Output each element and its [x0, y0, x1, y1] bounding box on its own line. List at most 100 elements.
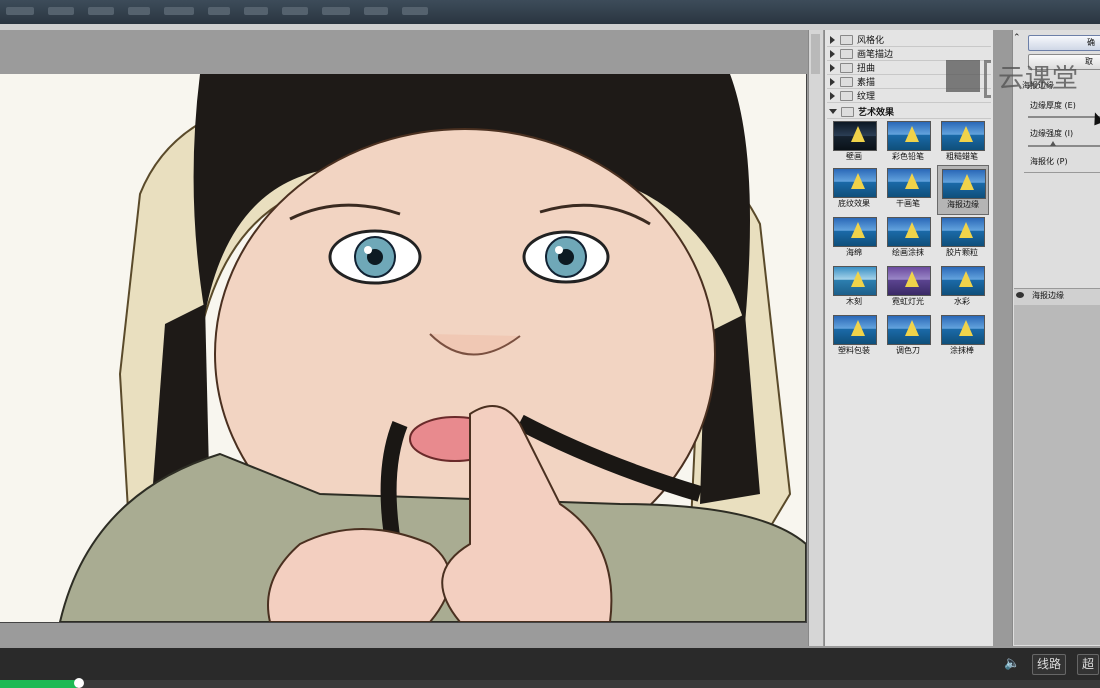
menu-item[interactable]: [6, 7, 34, 15]
menu-item[interactable]: [164, 7, 194, 15]
thumbnail-image: [833, 168, 877, 198]
thumbnail-image: [887, 315, 931, 345]
effect-layer-label: 海报边缘: [1032, 291, 1064, 300]
filter-label: 调色刀: [896, 346, 920, 355]
filter-label: 绘画涂抹: [892, 248, 924, 257]
collapse-gallery-icon[interactable]: ⌃: [1013, 33, 1021, 43]
ok-button-label: 确: [1087, 38, 1095, 47]
progress-knob[interactable]: [74, 678, 84, 688]
category-artistic[interactable]: 艺术效果: [827, 105, 991, 119]
param-posterization-label: 海报化 (P): [1030, 157, 1068, 166]
category-label: 艺术效果: [858, 108, 895, 118]
category-label: 素描: [857, 78, 876, 88]
edge-intensity-slider[interactable]: [1028, 141, 1100, 147]
menu-item[interactable]: [48, 7, 74, 15]
filter-thumb-neon-glow[interactable]: 霓虹灯光: [883, 263, 933, 311]
filter-label: 霓虹灯光: [892, 297, 924, 306]
category-stylize[interactable]: 风格化: [827, 33, 991, 47]
thumbnail-image: [887, 217, 931, 247]
scrollbar-thumb[interactable]: [811, 34, 820, 74]
filter-thumb-film-grain[interactable]: 胶片颗粒: [937, 214, 987, 262]
filter-label: 木刻: [846, 297, 862, 306]
filter-label: 彩色铅笔: [892, 152, 924, 161]
expand-arrow-icon[interactable]: [830, 91, 835, 100]
thumbnail-image: [942, 169, 986, 199]
thumbnail-image: [941, 266, 985, 296]
category-label: 扭曲: [857, 64, 876, 74]
filter-gallery-panel: 风格化 画笔描边 扭曲 素描 纹理 艺术效果 壁画 彩色铅笔 粗糙蜡笔 底纹效果…: [824, 30, 993, 646]
menu-item[interactable]: [282, 7, 308, 15]
thumbnail-image: [833, 121, 877, 151]
filter-label: 干画笔: [896, 199, 920, 208]
watermark: 云课堂: [946, 58, 1100, 98]
menu-item[interactable]: [402, 7, 428, 15]
volume-icon[interactable]: 🔈: [1004, 656, 1020, 671]
progress-track[interactable]: [0, 680, 1100, 688]
filter-thumb-sponge[interactable]: 海绵: [829, 214, 879, 262]
visibility-eye-icon[interactable]: [1016, 292, 1024, 298]
ok-button[interactable]: 确: [1028, 35, 1100, 51]
divider: [1024, 172, 1100, 173]
filter-thumb-smudge-stick[interactable]: 涂抹棒: [937, 312, 987, 360]
thumbnail-image: [941, 121, 985, 151]
filter-label: 海绵: [846, 248, 862, 257]
param-edge-thickness-label: 边缘厚度 (E): [1030, 101, 1076, 110]
param-edge-intensity-label: 边缘强度 (I): [1030, 129, 1074, 138]
filter-label: 涂抹棒: [950, 346, 974, 355]
filter-thumb-colored-pencil[interactable]: 彩色铅笔: [883, 118, 933, 166]
thumbnail-image: [941, 217, 985, 247]
expand-arrow-icon[interactable]: [830, 35, 835, 44]
category-label: 纹理: [857, 92, 876, 102]
filter-thumb-cutout[interactable]: 木刻: [829, 263, 879, 311]
effect-layers-area: [1014, 305, 1100, 645]
edge-thickness-slider[interactable]: [1028, 116, 1100, 118]
folder-icon: [840, 76, 853, 87]
filter-preview-image[interactable]: [0, 74, 807, 623]
folder-open-icon: [841, 106, 854, 117]
filter-label: 粗糙蜡笔: [946, 152, 978, 161]
filter-thumb-fresco[interactable]: 壁画: [829, 118, 879, 166]
folder-icon: [840, 90, 853, 101]
filter-thumb-watercolor[interactable]: 水彩: [937, 263, 987, 311]
thumbnail-image: [887, 121, 931, 151]
category-label: 风格化: [857, 36, 885, 46]
baby-photo: [0, 74, 806, 622]
filter-label: 塑料包装: [838, 346, 870, 355]
menu-item[interactable]: [88, 7, 114, 15]
menu-item[interactable]: [244, 7, 268, 15]
expand-arrow-icon[interactable]: [830, 63, 835, 72]
menu-item[interactable]: [364, 7, 388, 15]
thumbnail-image: [833, 217, 877, 247]
thumbnail-image: [887, 168, 931, 198]
filter-thumb-paint-daubs[interactable]: 绘画涂抹: [883, 214, 933, 262]
progress-fill: [0, 680, 77, 688]
filter-thumb-plastic-wrap[interactable]: 塑料包装: [829, 312, 879, 360]
filter-label: 胶片颗粒: [946, 248, 978, 257]
menu-item[interactable]: [208, 7, 230, 15]
folder-icon: [840, 34, 853, 45]
filter-thumb-underpainting[interactable]: 底纹效果: [829, 165, 879, 213]
thumbnail-image: [887, 266, 931, 296]
quality-select-button[interactable]: 超: [1077, 654, 1100, 675]
folder-icon: [840, 62, 853, 73]
thumbnail-image: [941, 315, 985, 345]
app-menu-bar: [0, 0, 1100, 24]
menu-item[interactable]: [128, 7, 150, 15]
thumbnail-image: [833, 315, 877, 345]
thumbnail-image: [833, 266, 877, 296]
line-select-button[interactable]: 线路: [1032, 654, 1067, 675]
expand-arrow-icon[interactable]: [830, 77, 835, 86]
filter-thumb-palette-knife[interactable]: 调色刀: [883, 312, 933, 360]
filter-thumb-poster-edges[interactable]: 海报边缘: [937, 165, 989, 215]
filter-thumb-rough-pastels[interactable]: 粗糙蜡笔: [937, 118, 987, 166]
category-label: 画笔描边: [857, 50, 894, 60]
slider-knob[interactable]: [1050, 141, 1056, 146]
filter-label: 壁画: [846, 152, 862, 161]
collapse-arrow-icon[interactable]: [829, 109, 837, 114]
preview-scrollbar[interactable]: [808, 30, 823, 646]
expand-arrow-icon[interactable]: [830, 49, 835, 58]
filter-label: 水彩: [954, 297, 970, 306]
filter-label: 底纹效果: [838, 199, 870, 208]
menu-item[interactable]: [322, 7, 350, 15]
filter-thumb-dry-brush[interactable]: 干画笔: [883, 165, 933, 213]
